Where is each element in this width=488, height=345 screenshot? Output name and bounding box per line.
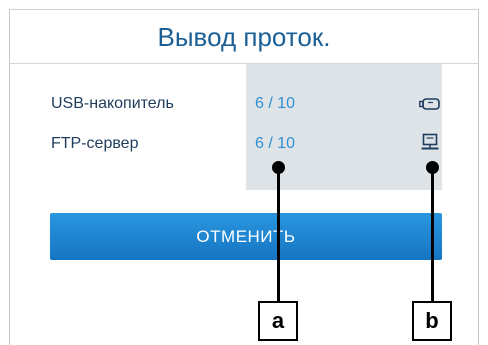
screen: Вывод проток. USB-накопитель 6 / 10 FTP-… (0, 0, 488, 345)
usb-drive-icon (419, 98, 440, 110)
callout-a-leader-line (277, 167, 280, 305)
callout-a-label: a (258, 301, 298, 341)
page-title: Вывод проток. (10, 10, 478, 64)
callout-b-label: b (412, 301, 452, 341)
cancel-button[interactable]: ОТМЕНИТЬ (50, 213, 442, 260)
usb-drive-label: USB-накопитель (51, 95, 174, 112)
ftp-server-value: 6 / 10 (255, 135, 296, 152)
usb-drive-value: 6 / 10 (255, 95, 296, 112)
callout-b-leader-line (431, 167, 434, 305)
computer-icon (421, 133, 439, 150)
ftp-server-label: FTP-сервер (51, 135, 139, 152)
